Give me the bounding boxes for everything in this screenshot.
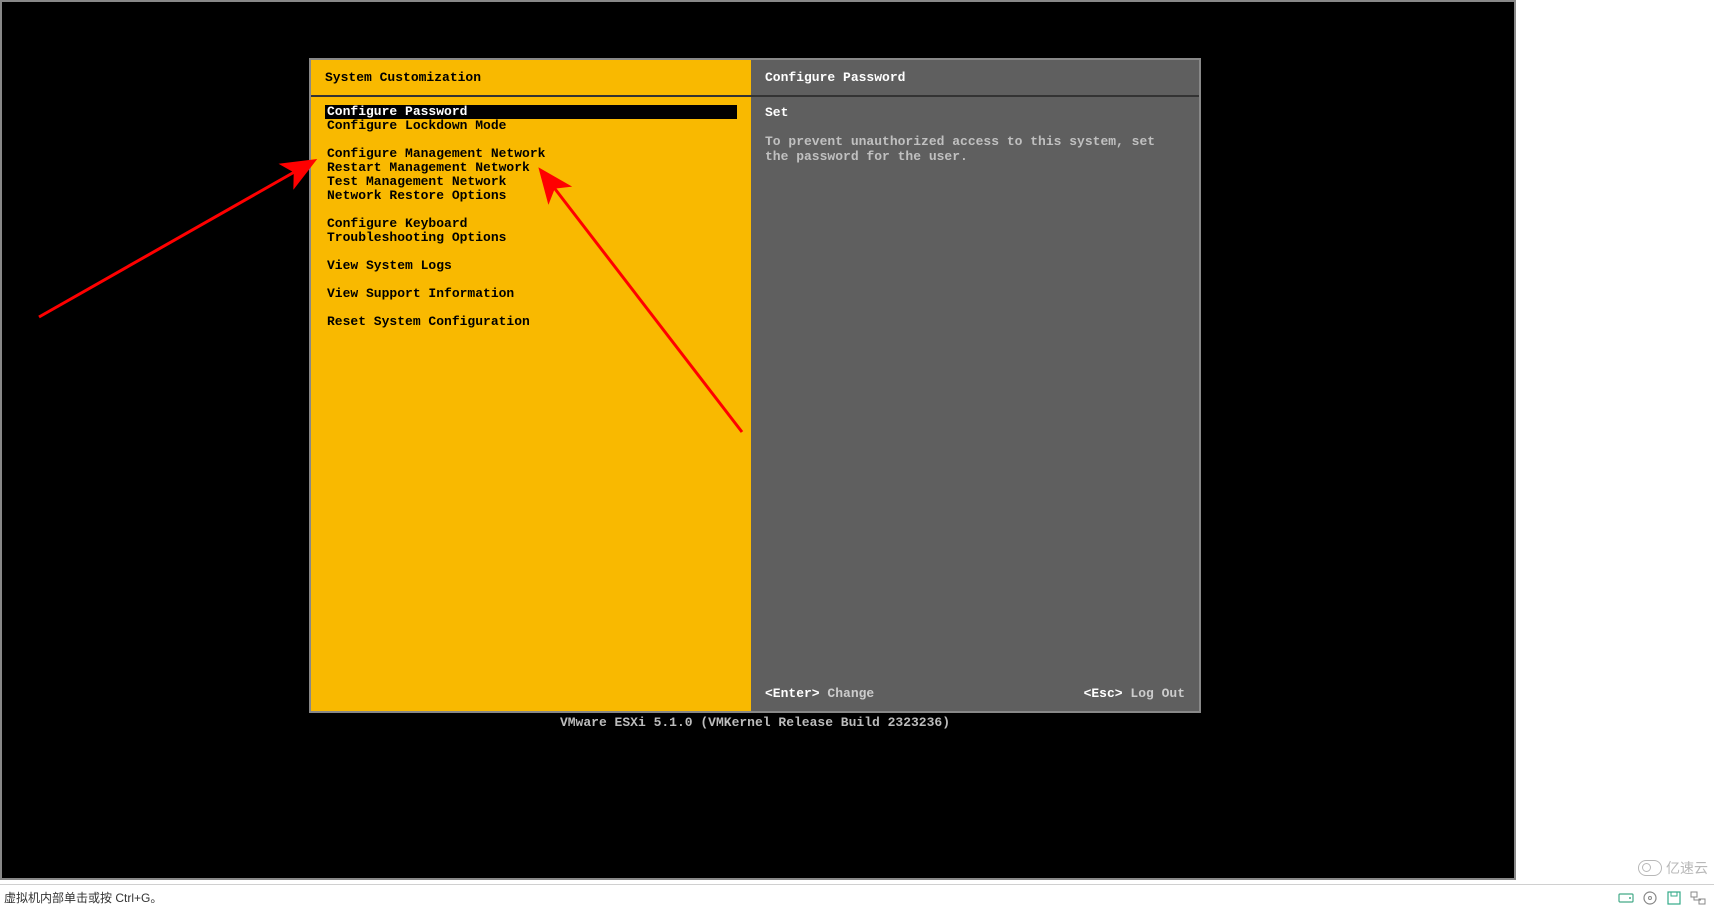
right-pane-body: Set To prevent unauthorized access to th… [751, 97, 1199, 678]
password-description: To prevent unauthorized access to this s… [765, 134, 1185, 164]
host-tray [1618, 890, 1714, 906]
host-status-bar: 虚拟机内部单击或按 Ctrl+G。 [0, 884, 1714, 910]
menu-list: Configure Password Configure Lockdown Mo… [311, 97, 751, 711]
key-hint-bar: <Enter> Change <Esc> Log Out [751, 678, 1199, 711]
cd-icon[interactable] [1642, 890, 1658, 906]
key-esc-label: Log Out [1130, 686, 1185, 701]
menu-view-support-information[interactable]: View Support Information [325, 287, 737, 301]
menu-network-restore-options[interactable]: Network Restore Options [325, 189, 737, 203]
esxi-version: VMware ESXi 5.1.0 (VMKernel Release Buil… [309, 715, 1201, 730]
key-enter-label: Change [827, 686, 874, 701]
key-esc: <Esc> [1084, 686, 1123, 701]
hint-esc: <Esc> Log Out [1084, 686, 1185, 701]
left-pane: System Customization Configure Password … [311, 60, 751, 711]
menu-reset-system-configuration[interactable]: Reset System Configuration [325, 315, 737, 329]
menu-restart-management-network[interactable]: Restart Management Network [325, 161, 737, 175]
menu-view-system-logs[interactable]: View System Logs [325, 259, 737, 273]
password-status: Set [765, 105, 1185, 120]
menu-test-management-network[interactable]: Test Management Network [325, 175, 737, 189]
hint-enter: <Enter> Change [765, 686, 874, 701]
host-status-message: 虚拟机内部单击或按 Ctrl+G。 [0, 889, 1618, 906]
right-pane-title: Configure Password [751, 60, 1199, 97]
watermark-text: 亿速云 [1666, 858, 1708, 878]
esxi-console-window: System Customization Configure Password … [309, 58, 1201, 713]
menu-configure-lockdown-mode[interactable]: Configure Lockdown Mode [325, 119, 737, 133]
menu-configure-password[interactable]: Configure Password [325, 105, 737, 119]
menu-troubleshooting-options[interactable]: Troubleshooting Options [325, 231, 737, 245]
floppy-icon[interactable] [1666, 890, 1682, 906]
key-enter: <Enter> [765, 686, 820, 701]
left-pane-title: System Customization [311, 60, 751, 97]
menu-configure-keyboard[interactable]: Configure Keyboard [325, 217, 737, 231]
network-icon[interactable] [1690, 890, 1706, 906]
watermark: 亿速云 [1638, 858, 1708, 878]
disk-icon[interactable] [1618, 890, 1634, 906]
right-pane: Configure Password Set To prevent unauth… [751, 60, 1199, 711]
vm-console-viewport: System Customization Configure Password … [0, 0, 1516, 880]
menu-configure-management-network[interactable]: Configure Management Network [325, 147, 737, 161]
watermark-icon [1638, 860, 1662, 876]
